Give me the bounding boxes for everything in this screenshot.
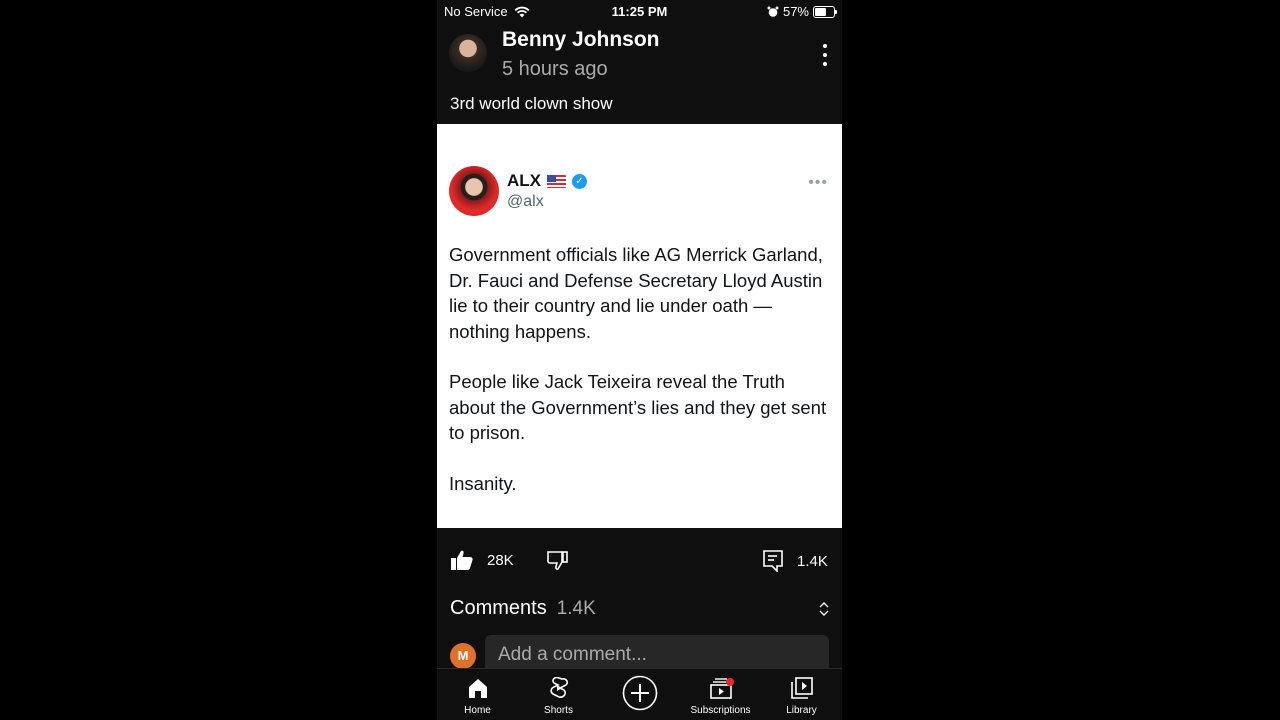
- battery-icon: [813, 5, 837, 18]
- like-count: 28K: [487, 551, 514, 569]
- post-caption: 3rd world clown show: [450, 94, 613, 113]
- tweet-paragraph: People like Jack Teixeira reveal the Tru…: [449, 371, 827, 443]
- post-header: Benny Johnson 5 hours ago 3rd world clow…: [437, 26, 842, 124]
- tab-library[interactable]: Library: [761, 669, 842, 720]
- tweet-image[interactable]: ALX ✓ @alx ••• Government officials like…: [437, 124, 842, 528]
- alarm-icon: [767, 6, 779, 17]
- comments-count: 1.4K: [556, 598, 596, 619]
- comment-count: 1.4K: [797, 552, 828, 570]
- thumbs-up-icon: [451, 550, 473, 570]
- tweet-author: ALX ✓: [507, 171, 587, 191]
- bottom-nav: Home Shorts Subscriptions Library: [437, 668, 842, 720]
- comment-icon: [763, 550, 783, 572]
- battery-percent: 57%: [782, 4, 809, 19]
- notification-badge: [725, 678, 734, 686]
- tweet-handle: @alx: [507, 193, 544, 210]
- channel-name[interactable]: Benny Johnson: [502, 28, 660, 52]
- expand-collapse-icon[interactable]: [818, 601, 830, 617]
- tab-shorts[interactable]: Shorts: [518, 669, 599, 720]
- tab-create[interactable]: [599, 669, 680, 720]
- create-icon: [622, 675, 657, 711]
- verified-badge-icon: ✓: [572, 173, 587, 189]
- tab-subscriptions[interactable]: Subscriptions: [680, 669, 761, 720]
- more-options-icon[interactable]: [818, 44, 832, 66]
- comments-title: Comments: [450, 597, 547, 619]
- tweet-paragraph: Government officials like AG Merrick Gar…: [449, 244, 823, 342]
- tab-label: Subscriptions: [690, 705, 751, 716]
- comments-header[interactable]: Comments 1.4K: [450, 597, 596, 620]
- dislike-button[interactable]: [547, 550, 569, 570]
- shorts-icon: [549, 677, 568, 698]
- home-icon: [468, 679, 487, 698]
- tab-label: Library: [786, 705, 817, 716]
- tab-label: Home: [464, 705, 491, 716]
- tweet-text: Government officials like AG Merrick Gar…: [449, 242, 834, 521]
- like-button[interactable]: 28K: [451, 550, 514, 570]
- tweet-author-avatar: [449, 166, 499, 216]
- add-comment-row: M: [437, 634, 842, 675]
- status-bar: No Service 11:25 PM 57%: [437, 0, 842, 24]
- library-icon: [790, 677, 813, 699]
- comments-button[interactable]: 1.4K: [763, 550, 828, 572]
- tab-home[interactable]: Home: [437, 669, 518, 720]
- us-flag-icon: [547, 174, 566, 188]
- tab-label: Shorts: [544, 705, 573, 716]
- tweet-more-icon: •••: [808, 174, 828, 191]
- thumbs-down-icon: [547, 551, 568, 570]
- user-avatar: M: [450, 643, 476, 669]
- tweet-display-name: ALX: [507, 171, 541, 190]
- app-screen: No Service 11:25 PM 57% Benny Johnson 5 …: [437, 0, 842, 720]
- channel-avatar[interactable]: [449, 34, 487, 72]
- action-bar: 28K 1.4K: [437, 540, 842, 582]
- post-timestamp: 5 hours ago: [502, 58, 608, 80]
- tweet-paragraph: Insanity.: [449, 472, 517, 494]
